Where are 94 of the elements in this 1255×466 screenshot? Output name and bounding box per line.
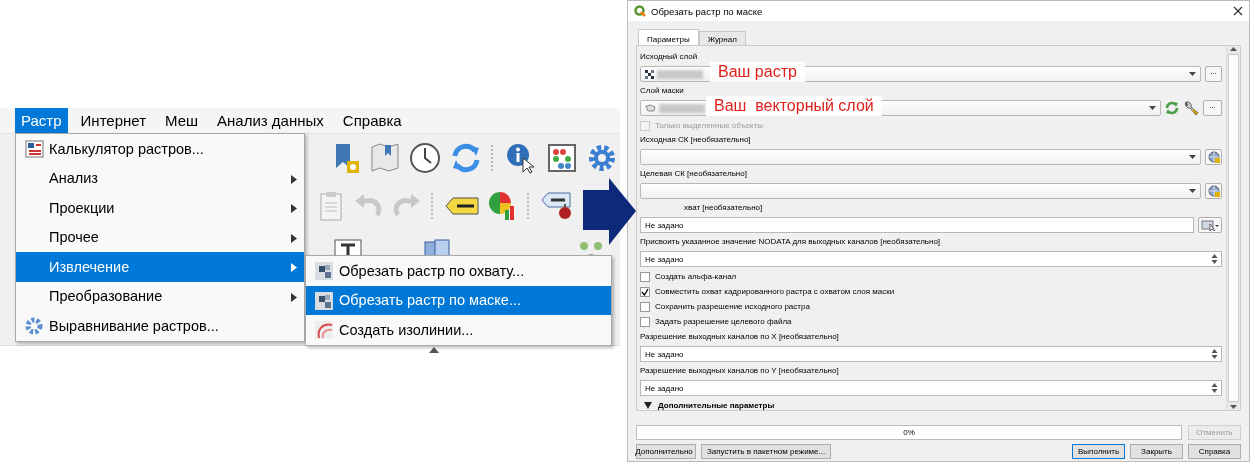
number-field[interactable]: Не задано [640, 346, 1222, 362]
menu-item[interactable]: Меш [159, 108, 205, 133]
section-header[interactable]: Дополнительные параметры [658, 400, 775, 410]
field-label: Сохранить разрешение исходного растра [655, 302, 810, 313]
globe-icon [1207, 185, 1220, 198]
crs-select-button[interactable] [1205, 149, 1222, 166]
field-value: Не задано [645, 383, 685, 393]
polygon-layer-icon [645, 104, 656, 112]
refresh-icon[interactable] [450, 142, 482, 174]
map-cursor-icon [1201, 219, 1219, 231]
wrench-icon[interactable] [1183, 100, 1199, 116]
spin-arrows-icon[interactable] [1211, 382, 1218, 394]
raster-thumbnail-icon [315, 262, 333, 280]
window-title: Обрезать растр по маске [651, 5, 764, 17]
button[interactable]: Закрыть [1130, 444, 1183, 459]
browse-button[interactable]: ... [1205, 66, 1222, 82]
progress-text: 0% [903, 428, 915, 437]
dropdown-caret-icon[interactable] [1189, 155, 1196, 160]
field-label: Разрешение выходных каналов по X [необязательно] [640, 332, 840, 342]
scrollbar[interactable] [1226, 46, 1240, 410]
menu-item[interactable]: Справка [336, 108, 408, 133]
field-label: Целевая СК [необязательно] [640, 169, 748, 180]
menu-item[interactable]: Прочее [16, 222, 304, 252]
gear-icon [25, 317, 43, 335]
clock-icon[interactable] [409, 142, 441, 174]
globe-icon [1207, 151, 1220, 164]
annotation-label: Ваш растр [710, 62, 805, 82]
dropdown-caret-icon[interactable] [1149, 106, 1156, 110]
dropdown-caret-icon[interactable] [1189, 72, 1196, 76]
raster-layer-icon [645, 69, 654, 79]
settings-icon[interactable] [587, 142, 617, 174]
menu-item[interactable]: Создать изолинии... [306, 315, 611, 345]
checkbox[interactable] [640, 302, 650, 313]
refresh-icon[interactable] [1165, 101, 1179, 115]
number-field[interactable]: Не задано [640, 251, 1222, 268]
checkbox[interactable] [640, 317, 650, 328]
menu-item[interactable]: Растр [15, 108, 68, 133]
tab[interactable]: Журнал [698, 31, 746, 45]
collapse-triangle-icon[interactable] [644, 401, 652, 409]
spin-arrows-icon[interactable] [1211, 253, 1218, 266]
calculator-icon [25, 140, 44, 158]
menu-item[interactable]: Обрезать растр по маске... [306, 285, 611, 315]
menu-item[interactable]: Анализ данных [211, 108, 330, 133]
field-label: Присвоить указанное значение NODATA для выходных каналов [необязательно] [640, 237, 942, 248]
button[interactable]: Запустить в пакетном режиме... [701, 444, 832, 459]
field-label: Создать альфа-канал [655, 271, 737, 282]
menu-item[interactable]: Преобразование [16, 281, 304, 311]
field-label: Исходная СК [необязательно] [640, 135, 752, 146]
blurred-layer-name [657, 69, 703, 79]
raster-thumbnail-icon [315, 291, 333, 310]
field-label: Совместить охват кадрированного растра с охватом слоя маски [655, 287, 895, 297]
menu-item[interactable]: Извлечение [16, 252, 304, 282]
button[interactable]: Выполнить [1072, 444, 1125, 459]
dropdown-button[interactable]: Дополнительно [636, 444, 696, 459]
scroll-down-icon[interactable] [1229, 404, 1238, 410]
label-tag-icon[interactable] [445, 196, 479, 216]
contour-icon [315, 321, 333, 339]
tab[interactable]: Параметры [638, 29, 699, 45]
field-label: Разрешение выходных каналов по Y [необязательно] [640, 366, 840, 376]
abacus-icon[interactable] [546, 142, 578, 174]
blurred-layer-name [659, 103, 705, 113]
clipboard-icon[interactable] [318, 190, 344, 222]
close-icon[interactable] [1233, 6, 1243, 16]
spin-arrows-icon[interactable] [1211, 348, 1218, 360]
menu-item[interactable]: Интернет [74, 108, 152, 133]
menu-item[interactable]: Анализ [16, 163, 304, 193]
menu-item[interactable]: Обрезать растр по охвату... [306, 256, 611, 286]
button[interactable]: Справка [1188, 444, 1241, 459]
scroll-up-icon[interactable] [1229, 46, 1238, 52]
checkbox[interactable] [640, 271, 650, 282]
checkbox[interactable] [640, 287, 650, 297]
browse-button[interactable]: ... [1203, 100, 1222, 116]
annotation-arrow [583, 178, 636, 245]
field-label: Задать разрешение целевого файла [655, 317, 792, 328]
field-label: хват [необязательно] [683, 203, 764, 214]
number-field[interactable]: Не задано [640, 380, 1222, 396]
field-value: Не задано [645, 254, 685, 264]
dropdown-caret-icon[interactable] [1189, 189, 1196, 194]
menu-item[interactable]: Выравнивание растров... [16, 311, 304, 341]
qgis-logo-icon [634, 5, 646, 17]
extent-field[interactable]: Не задано [640, 217, 1194, 234]
field-value: Не задано [645, 349, 685, 359]
annotation-label: Ваш векторный слой [706, 96, 882, 116]
checkmark-icon [641, 288, 649, 296]
field-label: Исходный слой [640, 52, 699, 62]
field-label: Только выделенные объекты [655, 120, 764, 131]
bookmark-map-icon[interactable] [370, 142, 400, 174]
identify-icon[interactable] [505, 142, 537, 174]
crs-select-button[interactable] [1205, 183, 1222, 200]
field-label: Слой маски [640, 86, 685, 96]
field-value: Не задано [645, 220, 685, 230]
extent-select-button[interactable] [1198, 217, 1222, 234]
menu-item[interactable]: Проекции [16, 193, 304, 223]
menu-item[interactable]: Калькулятор растров... [16, 134, 304, 164]
